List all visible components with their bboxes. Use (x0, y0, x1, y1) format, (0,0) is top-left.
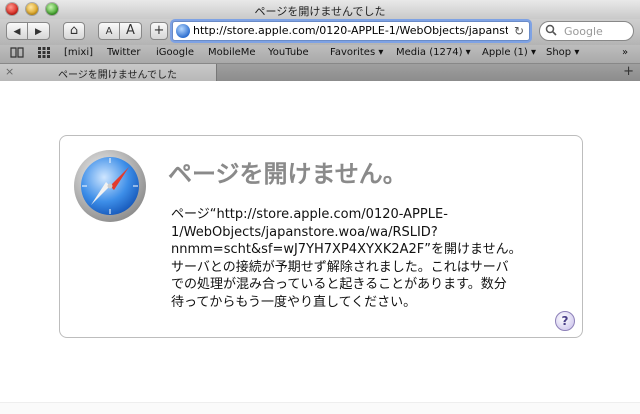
error-line: ページ“http://store.apple.com/0120-APPLE- (171, 207, 448, 222)
error-line: nnmm=scht&sf=wJ7YH7XP4XYXK2A2F”を開けません。 (171, 242, 522, 257)
bookmark-media-menu[interactable]: Media (1274) ▾ (396, 47, 471, 58)
address-text: http://store.apple.com/0120-APPLE-1/WebO… (193, 24, 508, 37)
safari-compass-icon (73, 149, 147, 223)
smaller-text-button[interactable]: A (98, 22, 120, 40)
bookmark-shop-menu[interactable]: Shop ▾ (546, 47, 579, 58)
status-strip (0, 402, 640, 414)
search-placeholder: Google (564, 25, 603, 38)
window-title: ページを開けませんでした (254, 5, 386, 18)
home-icon: ⌂ (69, 23, 79, 38)
error-line: 1/WebObjects/japanstore.woa/wa/RSLID? (171, 224, 438, 240)
bookmark-twitter[interactable]: Twitter (107, 47, 141, 58)
tab-label: ページを開けませんでした (58, 70, 177, 81)
back-button[interactable]: ◀ (6, 22, 28, 40)
tab-current[interactable]: × ページを開けませんでした (0, 64, 217, 81)
bookmarks-bar: [mixi] Twitter iGoogle MobileMe YouTube … (0, 45, 640, 64)
small-text-icon: A (105, 26, 113, 37)
address-field[interactable]: http://store.apple.com/0120-APPLE-1/WebO… (172, 21, 530, 41)
home-button[interactable]: ⌂ (63, 22, 85, 40)
page-content: ページを開けません。 ページ“http://store.apple.com/01… (0, 81, 640, 413)
forward-button[interactable]: ▶ (28, 22, 50, 40)
error-line: 待ってからもう一度やり直してください。 (171, 294, 417, 310)
error-box: ページを開けません。 ページ“http://store.apple.com/01… (59, 135, 583, 338)
tab-bar: × ページを開けませんでした + (0, 64, 640, 81)
plus-icon: + (153, 23, 165, 38)
back-arrow-icon: ◀ (13, 27, 21, 37)
help-button[interactable]: ? (555, 311, 575, 331)
new-tab-button[interactable]: + (623, 64, 634, 79)
all-bookmarks-icon[interactable] (38, 47, 50, 61)
toolbar: ◀ ▶ ⌂ A A + http://store.apple.com/0120-… (0, 19, 640, 45)
magnifier-icon (545, 24, 558, 40)
reading-list-icon[interactable] (10, 47, 24, 61)
larger-text-button[interactable]: A (120, 22, 142, 40)
error-title: ページを開けません。 (168, 160, 407, 188)
bookmark-mobileme[interactable]: MobileMe (208, 47, 256, 58)
bookmark-favorites-menu[interactable]: Favorites ▾ (330, 47, 383, 58)
title-bar: ページを開けませんでした (0, 0, 640, 19)
error-line: サーバとの接続が予期せず解除されました。これはサーバ (171, 259, 509, 275)
add-bookmark-button[interactable]: + (150, 22, 168, 40)
error-message: ページ“http://store.apple.com/0120-APPLE- 1… (171, 206, 561, 311)
globe-icon (176, 24, 190, 38)
large-text-icon: A (126, 23, 135, 38)
bookmark-mixi[interactable]: [mixi] (64, 47, 93, 58)
error-line: での処理が混み合っていると起きることがあります。数分 (171, 277, 507, 292)
bookmark-igoogle[interactable]: iGoogle (156, 47, 194, 58)
forward-arrow-icon: ▶ (35, 27, 42, 37)
bookmark-apple-menu[interactable]: Apple (1) ▾ (482, 47, 536, 58)
bookmarks-overflow-button[interactable]: » (622, 47, 628, 58)
search-field[interactable]: Google (539, 21, 634, 41)
reload-icon[interactable]: ↻ (514, 24, 524, 38)
bookmark-youtube[interactable]: YouTube (268, 47, 309, 58)
tab-close-icon[interactable]: × (5, 65, 14, 78)
